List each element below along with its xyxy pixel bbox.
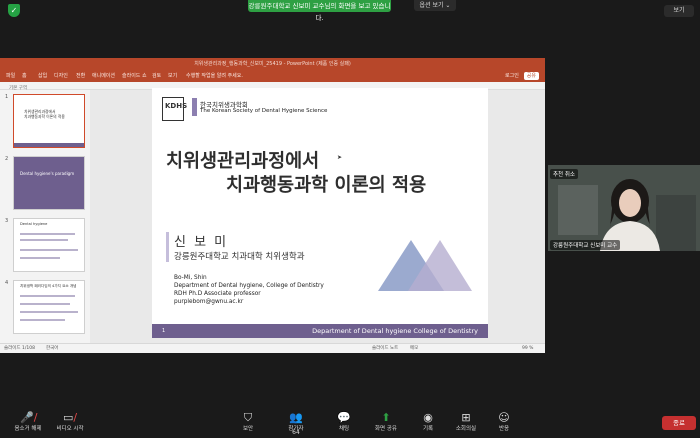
reactions-button[interactable]: ☺ 반응 <box>476 408 532 434</box>
ppt-ribbon-tabs: 파일 홈 삽입 디자인 전환 애니메이션 슬라이드 쇼 검토 보기 수행할 작업… <box>0 70 545 82</box>
comments-button[interactable]: 메모 <box>410 344 418 354</box>
tab-view[interactable]: 보기 <box>168 70 177 82</box>
tell-me-box[interactable]: 수행할 작업을 알려 주세요. <box>186 70 243 82</box>
view-options-button[interactable]: 옵션 보기 ⌄ <box>414 0 456 11</box>
tab-transitions[interactable]: 전환 <box>76 70 85 82</box>
thumb-number: 1 <box>5 94 9 100</box>
meeting-toolbar: 🎤/ 음소거 해제 ▭/ 비디오 시작 ⛉ 보안 👥64 참가자 💬 채팅 ⬆ … <box>0 408 700 438</box>
zoom-level[interactable]: 99 % <box>522 344 533 354</box>
video-label: 비디오 시작 <box>56 426 84 432</box>
cursor-icon: ➤ <box>337 154 343 161</box>
language-indicator: 한국어 <box>46 346 59 351</box>
thumb-line <box>20 311 78 313</box>
participants-icon: 👥64 <box>289 411 303 436</box>
society-name-en: The Korean Society of Dental Hygiene Sci… <box>200 108 328 114</box>
view-button[interactable]: 보기 <box>664 5 694 17</box>
thumb-number: 3 <box>5 218 9 224</box>
presenter-email: purplebom@gwnu.ac.kr <box>174 299 244 305</box>
tab-insert[interactable]: 삽입 <box>38 70 47 82</box>
thumb-number: 4 <box>5 280 9 286</box>
unpin-label[interactable]: 추천 취소 <box>550 169 578 179</box>
video-button[interactable]: ▭/ 비디오 시작 <box>42 408 98 434</box>
notes-button[interactable]: 슬라이드 노트 <box>372 344 398 354</box>
thumb-footer-bar <box>14 143 84 147</box>
ppt-title-bar: 치위생관리과정_행동과학_신보미_25419 - PowerPoint (제품 … <box>0 58 545 70</box>
society-logo: KDHS <box>162 97 187 121</box>
thumb-line <box>20 319 65 321</box>
thumb-line <box>20 249 78 251</box>
shield-icon: ⛉ <box>243 411 253 424</box>
slide-counter: 슬라이드 1/108 <box>4 346 35 351</box>
triangle-graphic <box>378 240 472 291</box>
presenter-info: Bo-Mi, Shin Department of Dental hygiene… <box>174 274 324 306</box>
breakout-icon: ⊞ <box>461 411 471 424</box>
slide-number: 1 <box>162 328 166 334</box>
screen-share-banner: 강릉원주대학교 신보미 교수님의 화면을 보고 있습니다. <box>248 0 391 22</box>
presenter-name: 신 보 미 <box>174 235 229 250</box>
thumb-line <box>20 233 75 235</box>
chat-icon: 💬 <box>337 411 351 424</box>
slide-thumbnail-2[interactable]: Dental hygiene's paradigm <box>13 156 85 210</box>
thumb-title: 치위생학 패러다임의 4가지 요소 개념 <box>20 284 77 288</box>
thumb-line <box>20 239 68 241</box>
presenter-title-en: RDH Ph.D Associate professor <box>174 291 261 297</box>
slide-thumbnail-pane[interactable]: 1 치위생관리과정에서 치과행동과학 이론의 적용 2 Dental hygie… <box>0 90 90 343</box>
slide-title: 치위생관리과정에서 치과행동과학 이론의 적용 <box>166 150 466 198</box>
slide: KDHS 한국치위생과학회 The Korean Society of Dent… <box>152 88 488 338</box>
presenter-name-en: Bo-Mi, Shin <box>174 275 207 281</box>
reactions-label: 반응 <box>498 426 510 432</box>
tab-home[interactable]: 홈 <box>22 70 27 82</box>
slide-thumbnail-4[interactable]: 치위생학 패러다임의 4가지 요소 개념 <box>13 280 85 334</box>
slide-thumbnail-3[interactable]: Dental hygiene <box>13 218 85 272</box>
thumb-title: 치위생관리과정에서 치과행동과학 이론의 적용 <box>24 109 65 119</box>
ppt-status-bar: 슬라이드 1/108 한국어 슬라이드 노트 메모 99 % <box>0 343 545 353</box>
thumb-line <box>20 295 75 297</box>
security-shield-icon[interactable]: ✓ <box>8 4 20 17</box>
name-accent-bar <box>166 232 169 262</box>
smiley-icon: ☺ <box>498 411 510 424</box>
tab-design[interactable]: 디자인 <box>54 70 68 82</box>
mic-muted-icon: 🎤/ <box>20 411 38 424</box>
end-meeting-button[interactable]: 종료 <box>662 416 696 430</box>
share-screen-icon: ⬆ <box>381 411 391 424</box>
tab-animations[interactable]: 애니메이션 <box>92 70 115 82</box>
slide-thumbnail-1[interactable]: 치위생관리과정에서 치과행동과학 이론의 적용 <box>13 94 85 148</box>
presenter-dept-en: Department of Dental hygiene, College of… <box>174 283 324 289</box>
ppt-share-button[interactable]: 공유 <box>523 72 539 80</box>
tab-slideshow[interactable]: 슬라이드 쇼 <box>122 70 147 82</box>
tab-review[interactable]: 검토 <box>152 70 161 82</box>
record-icon: ◉ <box>423 411 433 424</box>
thumb-title: Dental hygiene <box>20 222 48 226</box>
thumb-number: 2 <box>5 156 9 162</box>
logo-accent-bar <box>192 98 197 116</box>
thumb-line <box>20 303 70 305</box>
slide-title-line2: 치과행동과학 이론의 적용 <box>226 175 427 196</box>
signin-link[interactable]: 로그인 <box>505 70 519 82</box>
slide-footer-text: Department of Dental hygiene College of … <box>312 327 478 335</box>
video-off-icon: ▭/ <box>62 411 78 424</box>
thumb-title: Dental hygiene's paradigm <box>20 171 75 176</box>
slide-title-line1: 치위생관리과정에서 <box>166 151 320 172</box>
presenter-affiliation: 강릉원주대학교 치과대학 치위생학과 <box>174 252 305 262</box>
thumb-line <box>20 257 60 259</box>
tab-file[interactable]: 파일 <box>6 70 15 82</box>
participant-name: 강릉원주대학교 신보미 교수 <box>550 240 621 250</box>
